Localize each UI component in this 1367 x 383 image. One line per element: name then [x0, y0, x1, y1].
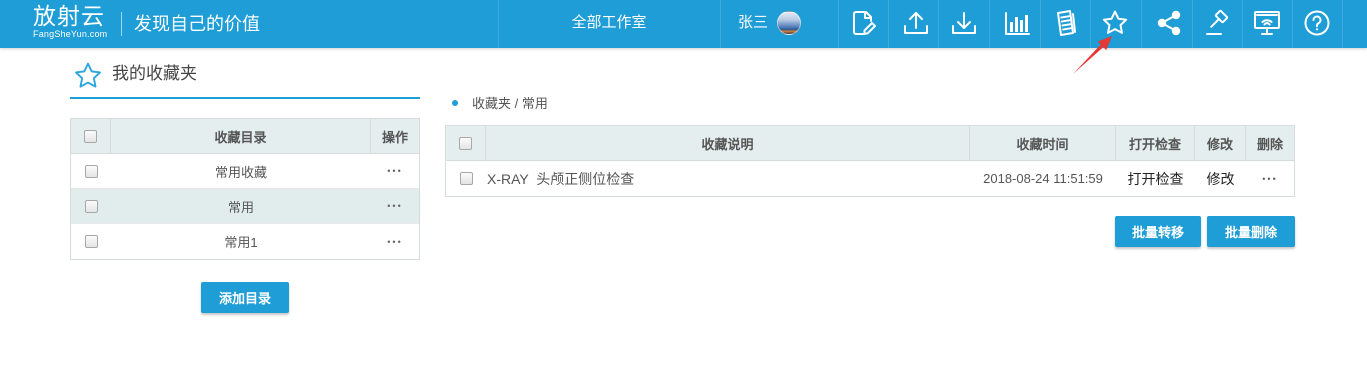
more-options-button[interactable]: •••: [387, 166, 402, 176]
directory-name: 常用1: [224, 235, 258, 250]
header-divider: [1192, 0, 1193, 48]
share-icon[interactable]: [1155, 9, 1183, 37]
edit-document-icon[interactable]: [849, 9, 877, 37]
top-navigation-bar: 放射云 FangSheYun.com 发现自己的价值 全部工作室 张三: [0, 0, 1367, 48]
avatar[interactable]: [777, 11, 801, 35]
row-checkbox[interactable]: [84, 164, 98, 178]
more-options-button[interactable]: •••: [387, 237, 402, 247]
row-checkbox[interactable]: [459, 172, 473, 185]
panel-title-underline: [70, 97, 420, 99]
upload-icon[interactable]: [902, 9, 930, 37]
item-time: 2018-08-24 11:51:59: [983, 171, 1103, 186]
breadcrumb: 收藏夹 / 常用: [472, 96, 548, 111]
column-header-open: 打开检查: [1116, 126, 1195, 160]
column-header-directory: 收藏目录: [111, 119, 371, 153]
column-header-delete: 删除: [1256, 136, 1283, 152]
header-divider: [888, 0, 889, 48]
download-icon[interactable]: [950, 9, 978, 37]
favorites-items-table: 收藏说明 收藏时间 打开检查 修改 删除 X-RAY 头颅正侧位检查 2018-…: [445, 125, 1295, 197]
header-divider: [1292, 0, 1293, 48]
table-header: 收藏说明 收藏时间 打开检查 修改 删除: [446, 126, 1294, 161]
select-all-checkbox[interactable]: [459, 136, 472, 150]
column-header-action: 操作: [381, 129, 408, 145]
checkbox-cell: [71, 119, 111, 153]
red-arrow-annotation: [1073, 36, 1112, 74]
studio-selector[interactable]: 全部工作室: [498, 13, 720, 33]
logo-title[interactable]: 放射云: [33, 3, 105, 30]
row-checkbox[interactable]: [84, 199, 98, 213]
checkbox-cell: [71, 224, 111, 259]
star-outline-icon: [75, 62, 101, 88]
checkbox-cell: [446, 161, 486, 196]
panel-title: 我的收藏夹: [112, 64, 197, 83]
batch-delete-button[interactable]: 批量删除: [1207, 216, 1295, 247]
column-header-time: 收藏时间: [970, 126, 1116, 160]
delete-options-button[interactable]: •••: [1262, 174, 1277, 184]
column-header-edit: 修改: [1195, 126, 1246, 160]
select-all-checkbox[interactable]: [84, 129, 97, 143]
more-options-button[interactable]: •••: [387, 201, 402, 211]
header-divider: [1242, 0, 1243, 48]
checkbox-cell: [446, 126, 486, 160]
monitor-icon[interactable]: [1253, 9, 1281, 37]
table-row[interactable]: 常用1 •••: [71, 224, 419, 259]
favorites-directory-table: 收藏目录 操作 常用收藏 ••• 常用 ••• 常用1 •••: [70, 118, 420, 260]
header-divider: [938, 0, 939, 48]
directory-name: 常用收藏: [214, 164, 267, 180]
batch-move-button[interactable]: 批量转移: [1115, 216, 1201, 247]
header-divider: [720, 0, 721, 48]
help-icon[interactable]: [1303, 9, 1331, 37]
slogan: 发现自己的价值: [134, 14, 260, 34]
table-row: X-RAY 头颅正侧位检查 2018-08-24 11:51:59 打开检查 修…: [446, 161, 1294, 196]
table-row[interactable]: 常用收藏 •••: [71, 154, 419, 189]
gavel-icon[interactable]: [1204, 9, 1232, 37]
header-divider: [1040, 0, 1041, 48]
header-divider: [1141, 0, 1142, 48]
add-directory-button[interactable]: 添加目录: [201, 282, 289, 313]
column-header-description: 收藏说明: [486, 126, 970, 160]
logo-domain: FangSheYun.com: [33, 29, 108, 39]
logo-divider: [121, 12, 122, 36]
edit-link[interactable]: 修改: [1207, 169, 1235, 189]
header-divider: [989, 0, 990, 48]
table-header: 收藏目录 操作: [71, 119, 419, 154]
open-exam-link[interactable]: 打开检查: [1128, 169, 1184, 189]
header-divider: [838, 0, 839, 48]
breadcrumb-bullet: [452, 100, 458, 106]
checkbox-cell: [71, 154, 111, 188]
user-name[interactable]: 张三: [738, 13, 768, 33]
directory-name: 常用: [227, 199, 254, 215]
row-checkbox[interactable]: [84, 235, 98, 248]
checkbox-cell: [71, 189, 111, 223]
table-row[interactable]: 常用 •••: [71, 189, 419, 224]
item-description: X-RAY 头颅正侧位检查: [487, 170, 635, 187]
arrow-shape: [1073, 36, 1112, 74]
bar-chart-icon[interactable]: [1003, 9, 1031, 37]
header-divider: [1342, 0, 1343, 48]
